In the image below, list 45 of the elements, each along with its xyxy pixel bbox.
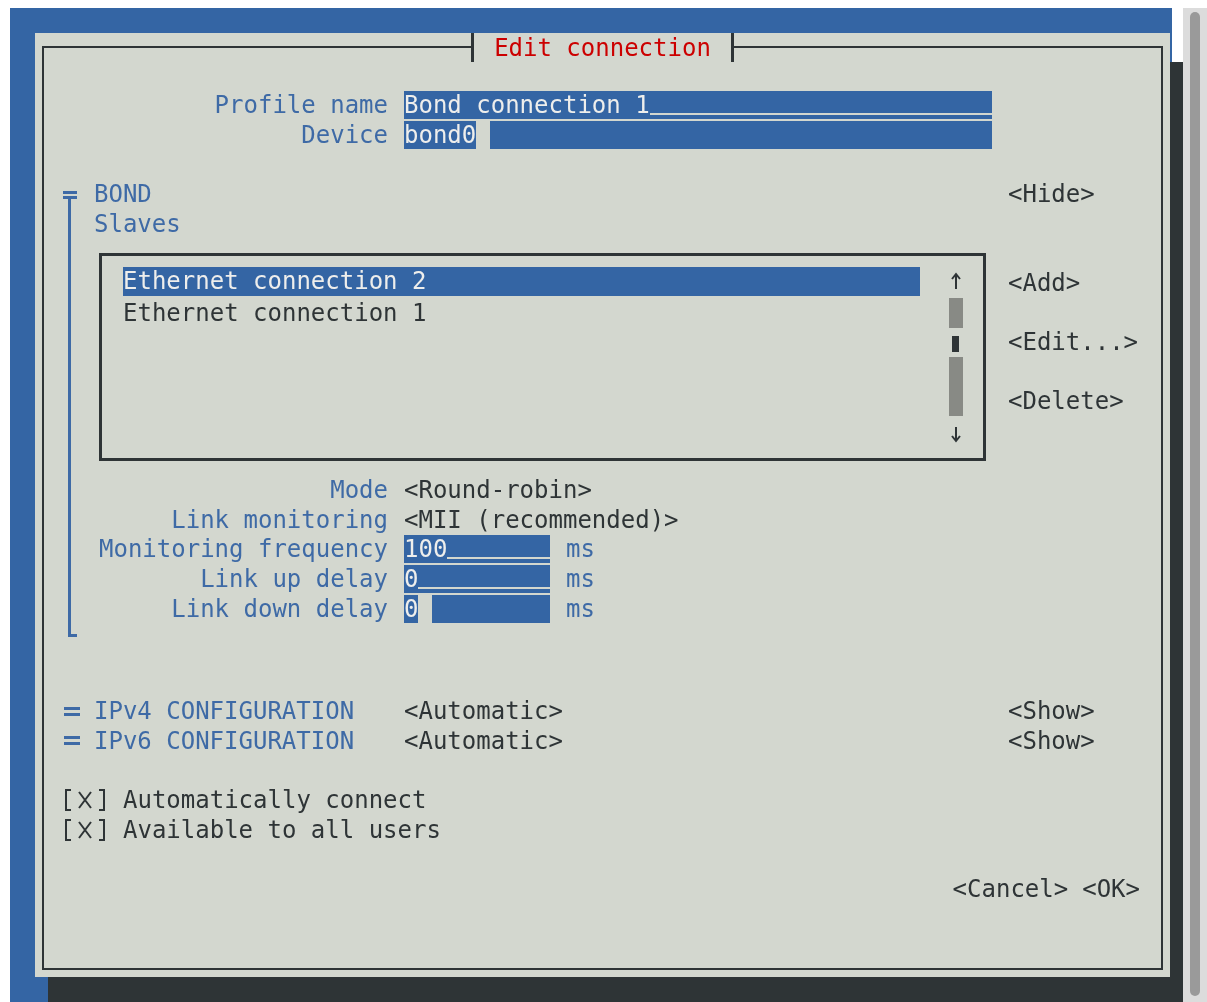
input-field[interactable]: Bond connection 1 <box>404 91 992 120</box>
double-bar-icon <box>64 706 80 716</box>
text-cursor <box>418 594 433 623</box>
setting-label: Link monitoring <box>170 504 388 536</box>
x-mark-icon <box>78 820 92 839</box>
unit-label: ms <box>566 593 595 625</box>
section-title: IPv6 CONFIGURATION <box>94 725 356 757</box>
input-field[interactable]: bond0 <box>404 121 992 149</box>
x-mark-icon <box>78 791 92 810</box>
text-button[interactable]: <Show> <box>1008 728 1095 753</box>
scrollbar[interactable] <box>1183 8 1207 1002</box>
text-button[interactable]: <Show> <box>1008 699 1095 724</box>
field-label: Profile name <box>213 90 388 122</box>
unit-label: ms <box>566 563 595 595</box>
list-item[interactable]: Ethernet connection 2 <box>123 266 920 297</box>
text-button[interactable]: <MII (recommended)> <box>404 507 679 532</box>
text-button[interactable]: <Hide> <box>1008 182 1095 207</box>
setting-label: Link up delay <box>199 563 388 595</box>
input-field[interactable]: 0 <box>404 594 550 623</box>
text-button[interactable]: <Edit...> <box>1008 330 1139 355</box>
text-button[interactable]: <Cancel> <box>952 876 1069 901</box>
text-button[interactable]: <Round-robin> <box>404 478 592 503</box>
section-title: IPv4 CONFIGURATION <box>94 696 356 728</box>
text-cursor <box>476 121 491 149</box>
checkbox-label: Automatically connect <box>123 785 427 817</box>
checkbox[interactable] <box>65 818 105 841</box>
unit-label: ms <box>566 534 595 566</box>
input-field[interactable]: 100 <box>404 535 550 564</box>
window-title: Edit connection <box>471 33 734 62</box>
list-item[interactable]: Ethernet connection 1 <box>123 297 920 328</box>
checkbox-label: Available to all users <box>123 814 441 846</box>
slaves-label: Slaves <box>94 208 181 240</box>
section-title: BOND <box>94 179 153 211</box>
setting-label: Mode <box>329 475 388 507</box>
text-button[interactable]: <Automatic> <box>404 699 563 724</box>
setting-label: Monitoring frequency <box>98 534 388 566</box>
input-field[interactable]: 0 <box>404 564 550 593</box>
field-label: Device <box>300 120 388 151</box>
text-button[interactable]: <Delete> <box>1008 389 1124 414</box>
checkbox[interactable] <box>65 789 105 812</box>
setting-label: Link down delay <box>170 593 388 625</box>
double-bar-icon <box>64 736 80 746</box>
text-button[interactable]: <Automatic> <box>404 728 563 753</box>
text-button[interactable]: <Add> <box>1008 270 1081 295</box>
text-button[interactable]: <OK> <box>1082 876 1140 901</box>
